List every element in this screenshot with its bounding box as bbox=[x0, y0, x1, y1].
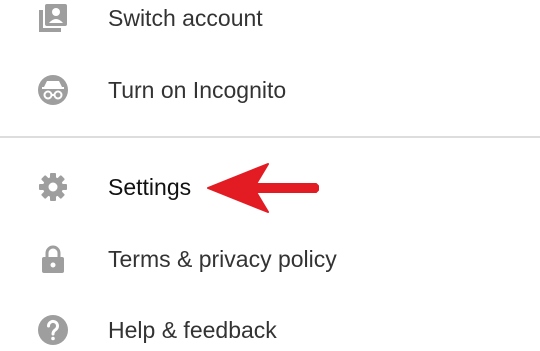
menu-item-help[interactable]: Help & feedback bbox=[0, 295, 540, 351]
menu-item-label: Turn on Incognito bbox=[108, 77, 287, 103]
menu-item-terms[interactable]: Terms & privacy policy bbox=[0, 224, 540, 294]
menu-item-label: Terms & privacy policy bbox=[108, 246, 337, 272]
menu-item-incognito[interactable]: Turn on Incognito bbox=[0, 55, 540, 125]
menu-item-label: Settings bbox=[108, 174, 192, 200]
menu-item-label: Switch account bbox=[108, 5, 263, 31]
annotation-arrow bbox=[207, 163, 319, 213]
menu-item-label: Help & feedback bbox=[108, 317, 277, 343]
account-menu: Switch account Turn on Incognito Setting… bbox=[0, 0, 540, 351]
incognito-icon bbox=[37, 74, 69, 106]
menu-divider bbox=[0, 136, 540, 138]
gear-icon bbox=[37, 171, 69, 203]
switch-account-icon bbox=[37, 2, 69, 34]
lock-icon bbox=[37, 243, 69, 275]
help-icon bbox=[37, 314, 69, 346]
menu-item-switch-account[interactable]: Switch account bbox=[0, 0, 540, 53]
